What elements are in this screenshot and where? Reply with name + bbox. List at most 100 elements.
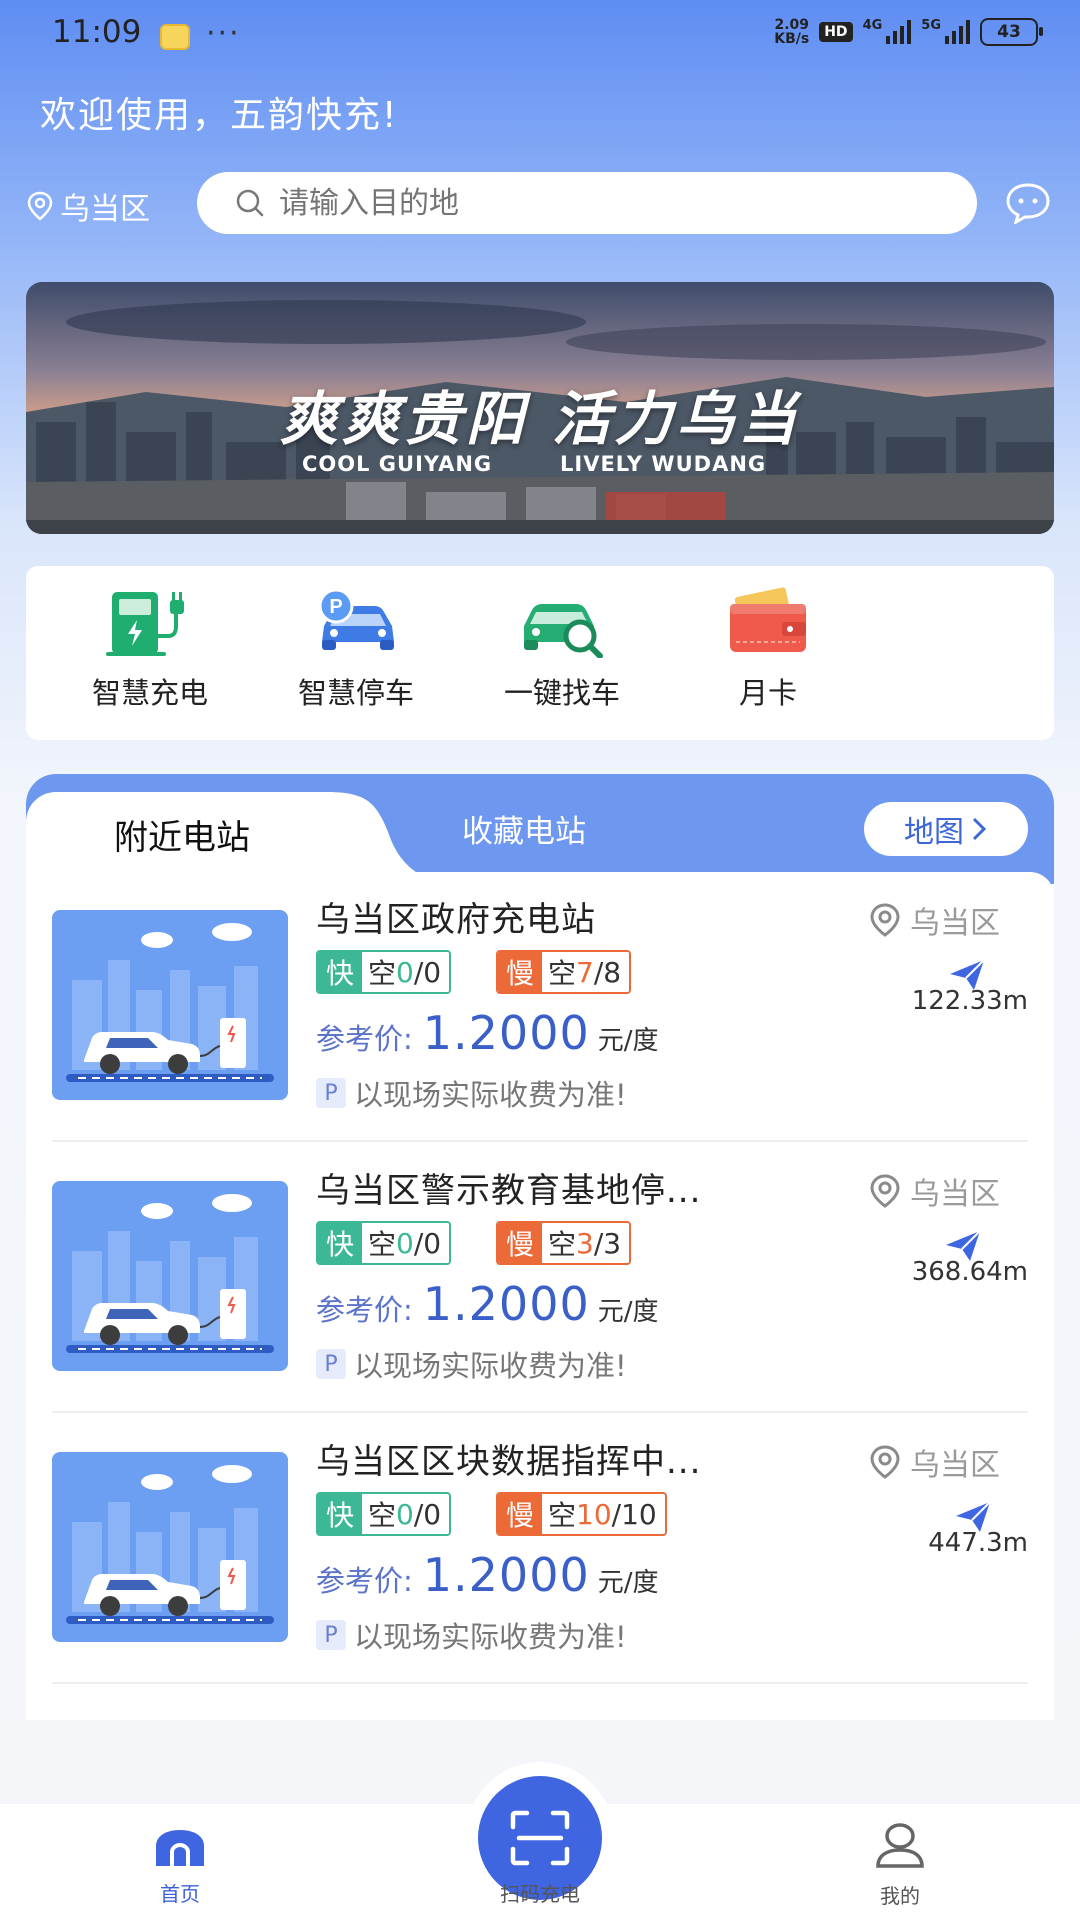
tab-nearby-label[interactable]: 附近电站 xyxy=(114,810,250,859)
map-button[interactable]: 地图 xyxy=(864,802,1028,856)
chevron-right-icon xyxy=(972,817,987,841)
quick-item-label: 智慧停车 xyxy=(297,676,414,710)
station-area-label: 乌当区 xyxy=(910,906,1000,941)
net-type-1: 4G xyxy=(862,18,883,33)
price-note: P 以现场实际收费为准! xyxy=(316,1614,627,1656)
banner-title: 爽爽贵阳 活力乌当 xyxy=(279,385,801,453)
parking-p-icon: P xyxy=(316,1349,346,1379)
fast-total: /0 xyxy=(413,1226,442,1260)
location-pin-icon xyxy=(27,191,53,221)
price-label: 参考价: xyxy=(316,1293,413,1327)
location-label: 乌当区 xyxy=(60,192,150,227)
svg-text:P: P xyxy=(329,596,342,618)
banner-subtitle-left: COOL GUIYANG xyxy=(302,452,493,476)
slow-free: 10 xyxy=(576,1497,612,1531)
list-divider xyxy=(52,1682,1028,1684)
quick-item-smart-charging[interactable]: 智慧充电 xyxy=(50,586,250,712)
slow-prefix: 空 xyxy=(548,1499,577,1532)
network-speed-value: 2.09 xyxy=(774,17,809,33)
price-note-text: 以现场实际收费为准! xyxy=(354,1620,627,1654)
slow-tag: 慢 xyxy=(498,1223,543,1263)
hd-icon: HD xyxy=(819,22,853,42)
price-unit: 元/度 xyxy=(597,1297,659,1327)
quick-item-smart-parking[interactable]: P 智慧停车 xyxy=(256,586,456,712)
quick-item-label: 智慧充电 xyxy=(91,676,208,710)
quick-menu: 智慧充电 P 智慧停车 一键找车 月卡 xyxy=(26,566,1054,740)
map-button-label: 地图 xyxy=(904,815,964,850)
station-card[interactable]: 乌当区警示教育基地停... 乌当区 快 空 0/0 慢 空 3/3 参考价: 1.2… xyxy=(26,1143,1054,1413)
fast-total: /0 xyxy=(413,1497,442,1531)
price-unit: 元/度 xyxy=(597,1568,659,1598)
station-distance: 447.3m xyxy=(928,1528,1028,1558)
price-note-text: 以现场实际收费为准! xyxy=(354,1078,627,1112)
location-pin-icon xyxy=(870,1174,900,1208)
scan-charge-label[interactable]: 扫码充电 xyxy=(488,1878,592,1907)
more-notifications-icon: ··· xyxy=(206,16,241,51)
station-thumbnail xyxy=(52,1181,288,1371)
parking-p-icon: P xyxy=(316,1078,346,1108)
signal-icon-2 xyxy=(945,20,970,44)
price-unit: 元/度 xyxy=(597,1026,659,1056)
slow-free: 3 xyxy=(576,1226,594,1260)
price-value: 1.2000 xyxy=(422,1548,590,1602)
parking-car-icon: P xyxy=(318,588,394,650)
nav-me-label: 我的 xyxy=(880,1884,920,1908)
quick-item-monthly-card[interactable]: 月卡 xyxy=(668,586,868,712)
station-thumbnail xyxy=(52,1452,288,1642)
notification-app-icon xyxy=(160,24,190,50)
price-label: 参考价: xyxy=(316,1022,413,1056)
location-pin-icon xyxy=(870,903,900,937)
search-bar[interactable] xyxy=(197,172,977,234)
fast-prefix: 空 xyxy=(368,1228,397,1261)
signal-icon xyxy=(886,20,912,44)
promo-banner[interactable]: 爽爽贵阳 活力乌当 COOL GUIYANG LIVELY WUDANG xyxy=(26,282,1054,534)
station-area-label: 乌当区 xyxy=(910,1448,1000,1483)
quick-item-find-car[interactable]: 一键找车 xyxy=(462,586,662,712)
slow-free: 7 xyxy=(576,955,594,989)
station-area: 乌当区 xyxy=(868,1440,1000,1484)
station-area: 乌当区 xyxy=(868,898,1000,942)
fast-free: 0 xyxy=(396,1497,414,1531)
price-row: 参考价: 1.2000 元/度 xyxy=(316,1277,659,1331)
slow-charger-badge: 慢 空 7/8 xyxy=(496,950,632,994)
nav-me[interactable]: 我的 xyxy=(870,1822,930,1909)
search-input[interactable] xyxy=(277,184,881,222)
search-icon xyxy=(236,189,264,217)
status-time: 11:09 xyxy=(52,14,142,50)
scan-icon xyxy=(510,1810,570,1866)
price-note: P 以现场实际收费为准! xyxy=(316,1072,627,1114)
parking-p-icon: P xyxy=(316,1620,346,1650)
slow-tag: 慢 xyxy=(498,952,543,992)
station-area: 乌当区 xyxy=(868,1169,1000,1213)
fast-free: 0 xyxy=(396,1226,414,1260)
charging-pile-icon xyxy=(106,592,184,656)
battery-level: 43 xyxy=(997,22,1021,42)
price-row: 参考价: 1.2000 元/度 xyxy=(316,1006,659,1060)
price-row: 参考价: 1.2000 元/度 xyxy=(316,1548,659,1602)
find-car-icon xyxy=(524,604,603,658)
station-distance: 122.33m xyxy=(911,986,1028,1016)
wallet-card-icon xyxy=(730,587,806,652)
network-speed-unit: KB/s xyxy=(774,31,810,47)
fast-charger-badge: 快 空 0/0 xyxy=(316,950,452,994)
station-card[interactable]: 乌当区区块数据指挥中... 乌当区 快 空 0/0 慢 空 10/10 参考价: 1… xyxy=(26,1414,1054,1684)
station-distance: 368.64m xyxy=(911,1257,1028,1287)
list-divider xyxy=(52,1140,1028,1142)
message-icon[interactable] xyxy=(1004,182,1052,224)
station-name: 乌当区警示教育基地停... xyxy=(316,1171,702,1211)
welcome-text: 欢迎使用，五韵快充! xyxy=(40,95,399,136)
station-list: 乌当区政府充电站 乌当区 快 空 0/0 慢 空 7/8 参考价: 1.2000 元… xyxy=(26,872,1054,1720)
nav-home[interactable]: 首页 xyxy=(150,1828,210,1907)
nav-home-label: 首页 xyxy=(160,1882,200,1906)
tab-favorite-stations[interactable]: 收藏电站 xyxy=(462,806,586,851)
fast-free: 0 xyxy=(396,955,414,989)
banner-subtitle-right: LIVELY WUDANG xyxy=(560,452,767,476)
slow-charger-badge: 慢 空 10/10 xyxy=(496,1492,667,1536)
quick-item-label: 月卡 xyxy=(738,676,797,710)
fast-charger-badge: 快 空 0/0 xyxy=(316,1221,452,1265)
price-value: 1.2000 xyxy=(422,1006,590,1060)
fast-prefix: 空 xyxy=(368,1499,397,1532)
station-card[interactable]: 乌当区政府充电站 乌当区 快 空 0/0 慢 空 7/8 参考价: 1.2000 元… xyxy=(26,872,1054,1142)
location-selector[interactable]: 乌当区 xyxy=(26,184,150,228)
net-type-2: 5G xyxy=(921,18,941,33)
